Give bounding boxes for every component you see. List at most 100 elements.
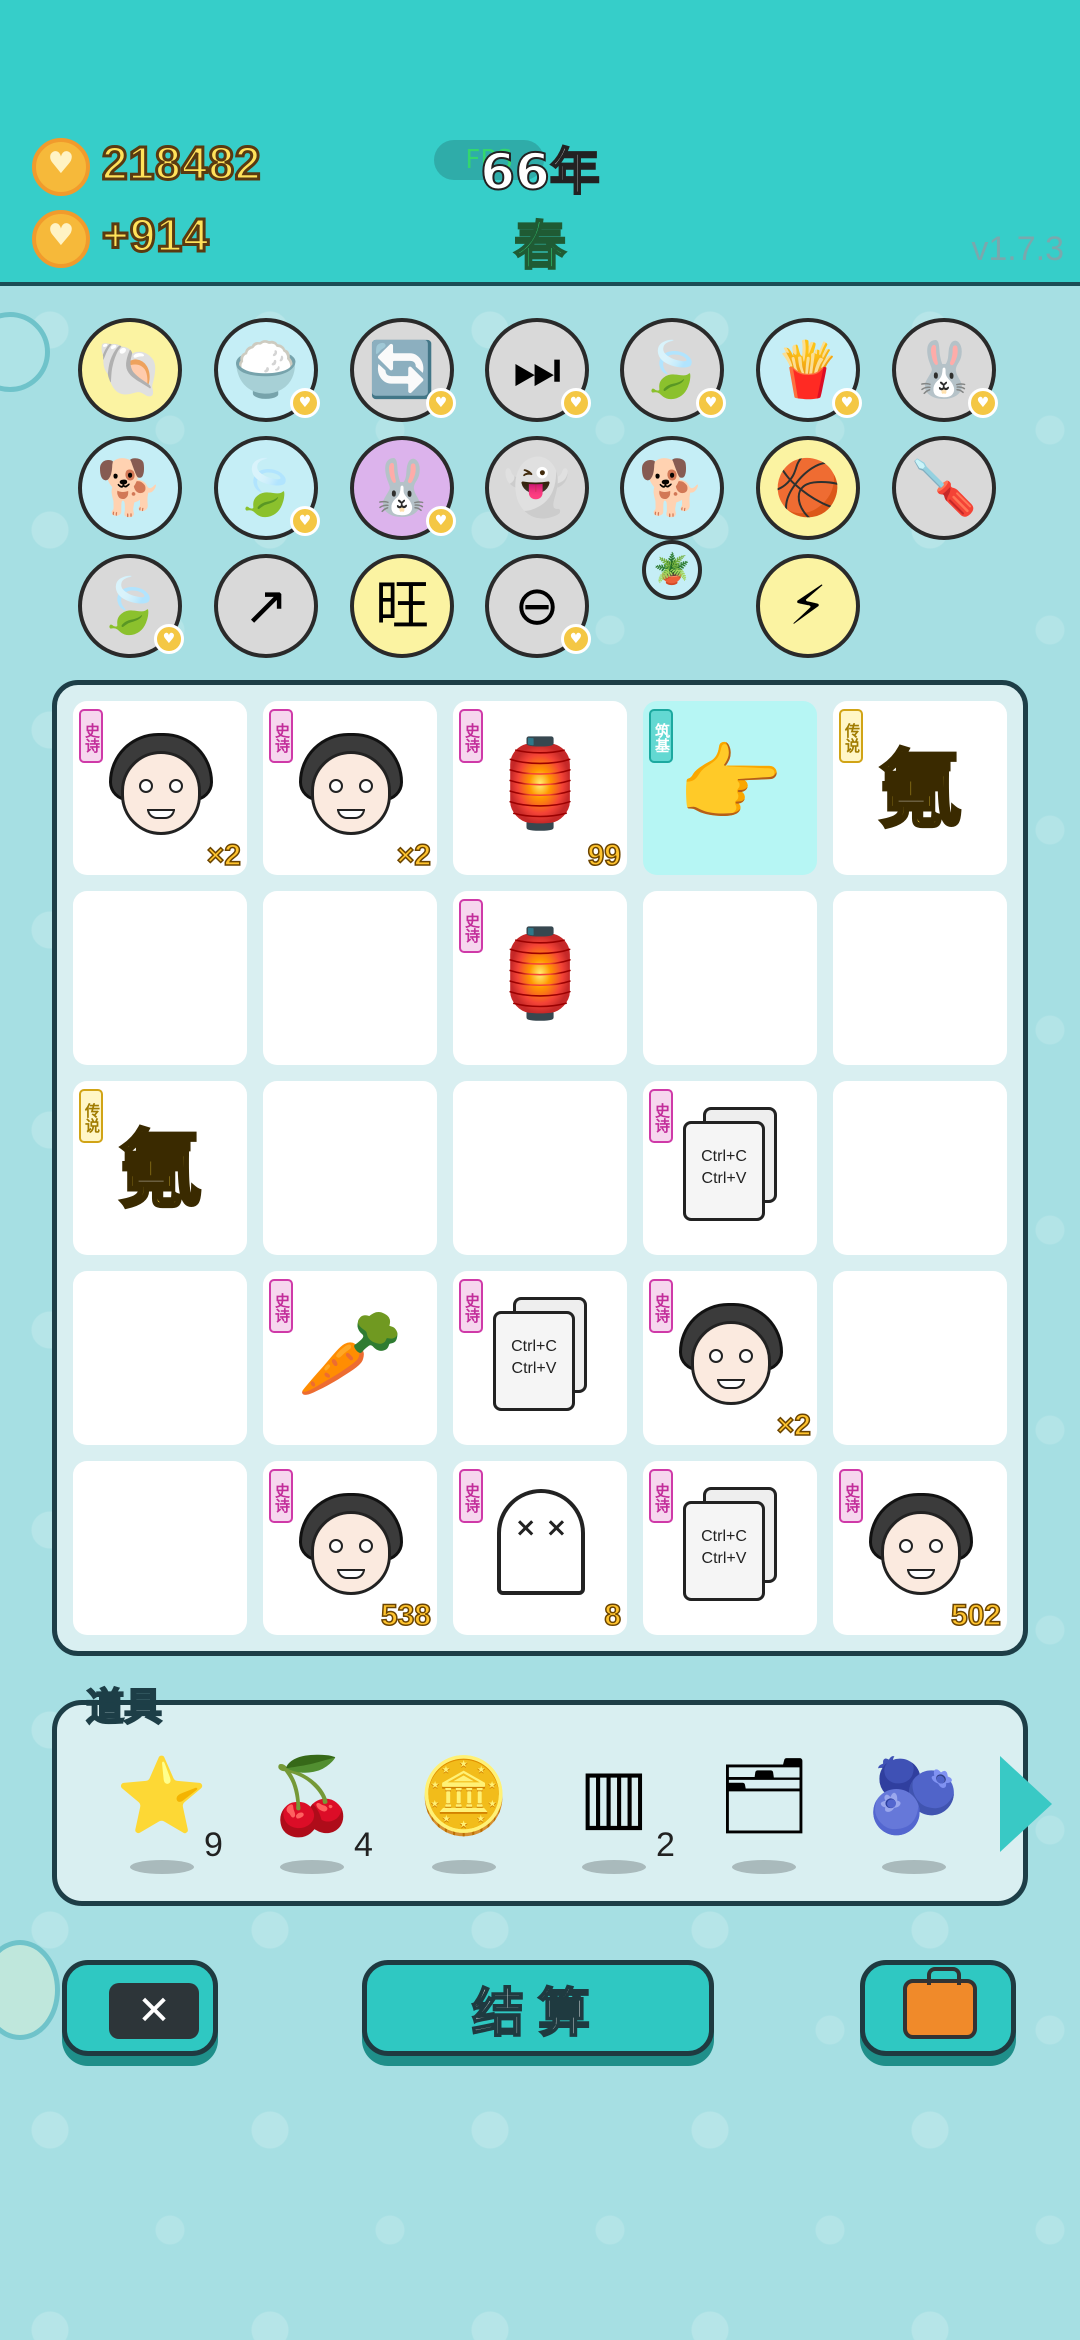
briefcase-icon bbox=[903, 1967, 977, 2039]
board-cell[interactable]: 史诗 ×2 bbox=[643, 1271, 817, 1445]
rarity-tag: 史诗 bbox=[649, 1089, 673, 1143]
rarity-tag: 史诗 bbox=[269, 1469, 293, 1523]
close-button[interactable]: ✕ bbox=[62, 1960, 218, 2056]
dog-sunglasses-icon[interactable]: 🐕 bbox=[620, 436, 724, 540]
board-cell[interactable]: Ctrl+C Ctrl+V 史诗 bbox=[453, 1271, 627, 1445]
item-shadow bbox=[882, 1860, 946, 1874]
board-cell[interactable]: 👉 筑基 bbox=[643, 701, 817, 875]
next-arrow-icon[interactable] bbox=[1000, 1756, 1052, 1852]
board-cell-empty[interactable] bbox=[73, 891, 247, 1065]
board-cell-empty[interactable] bbox=[453, 1081, 627, 1255]
copy-paste-cards-icon: Ctrl+C Ctrl+V bbox=[491, 1297, 591, 1411]
card-line-2: Ctrl+V bbox=[701, 1170, 747, 1187]
copy-paste-cards-icon: Ctrl+C Ctrl+V bbox=[681, 1487, 781, 1601]
board-cell[interactable]: Ctrl+C Ctrl+V 史诗 bbox=[643, 1461, 817, 1635]
close-icon: ✕ bbox=[109, 1983, 199, 2039]
basketballs-icon[interactable]: 🏀 bbox=[756, 436, 860, 540]
screwdriver-icon[interactable]: 🪛 bbox=[892, 436, 996, 540]
board-cell[interactable]: 史诗 502 bbox=[833, 1461, 1007, 1635]
board-cell[interactable]: 氪传说 bbox=[833, 701, 1007, 875]
board-cell-empty[interactable] bbox=[263, 1081, 437, 1255]
cell-count: 8 bbox=[604, 1598, 622, 1633]
rarity-tag: 史诗 bbox=[649, 1469, 673, 1523]
cell-count: 99 bbox=[587, 838, 622, 873]
leaf-icon[interactable]: 🍃 ♥ bbox=[78, 554, 184, 658]
star-icon[interactable]: ⭐ bbox=[112, 1746, 212, 1846]
board-cell[interactable]: 史诗 538 bbox=[263, 1461, 437, 1635]
minus-circle-icon[interactable]: ⊖ ♥ bbox=[485, 554, 591, 658]
lightning-icon[interactable]: ⚡ bbox=[756, 554, 860, 658]
item-shadow bbox=[432, 1860, 496, 1874]
rabbit-icon[interactable]: 🐰 ♥ bbox=[892, 318, 998, 422]
rarity-tag: 传说 bbox=[79, 1089, 103, 1143]
shell-icon[interactable]: 🐚 bbox=[78, 318, 182, 422]
board-cell[interactable]: × × 史诗 8 bbox=[453, 1461, 627, 1635]
blueberry-icon[interactable]: 🫐 bbox=[864, 1746, 964, 1846]
item-count: 9 bbox=[204, 1826, 223, 1864]
board-cell-empty[interactable] bbox=[263, 891, 437, 1065]
board-cell-empty[interactable] bbox=[833, 1271, 1007, 1445]
card-line-1: Ctrl+C bbox=[701, 1148, 747, 1165]
skip-icon[interactable]: ⏭ ♥ bbox=[485, 318, 591, 422]
heart-badge-icon: ♥ bbox=[426, 388, 456, 418]
rarity-tag: 史诗 bbox=[79, 709, 103, 763]
board-cell[interactable]: 🥕 史诗 bbox=[263, 1271, 437, 1445]
board-cell[interactable]: 史诗 ×2 bbox=[73, 701, 247, 875]
rarity-tag: 史诗 bbox=[269, 1279, 293, 1333]
triple-bars-icon[interactable]: ▥ bbox=[564, 1746, 664, 1846]
lychee-icon[interactable]: 🍒 bbox=[262, 1746, 362, 1846]
season-label: 春 bbox=[513, 216, 567, 278]
rarity-tag: 史诗 bbox=[459, 1279, 483, 1333]
board-cell-empty[interactable] bbox=[833, 891, 1007, 1065]
board-cell[interactable]: 🏮 史诗 bbox=[453, 891, 627, 1065]
potted-plant-icon[interactable]: 🪴 bbox=[642, 540, 702, 600]
heart-badge-icon: ♥ bbox=[154, 624, 184, 654]
leaf-icon[interactable]: 🍃 ♥ bbox=[214, 436, 320, 540]
cell-count: ×2 bbox=[206, 838, 242, 873]
item-shadow bbox=[130, 1860, 194, 1874]
cell-count: 502 bbox=[950, 1598, 1002, 1633]
board-cell[interactable]: 史诗 ×2 bbox=[263, 701, 437, 875]
person-face-icon bbox=[869, 1493, 973, 1597]
arrow-box-icon[interactable]: ↗ bbox=[214, 554, 318, 658]
wang-tiles-icon[interactable]: 旺 bbox=[350, 554, 454, 658]
rarity-tag: 史诗 bbox=[459, 899, 483, 953]
cell-count: ×2 bbox=[776, 1408, 812, 1443]
leaf-icon[interactable]: 🍃 ♥ bbox=[620, 318, 726, 422]
rarity-tag: 传说 bbox=[839, 709, 863, 763]
heart-badge-icon: ♥ bbox=[832, 388, 862, 418]
heart-badge-icon: ♥ bbox=[968, 388, 998, 418]
card-line-2: Ctrl+V bbox=[511, 1360, 557, 1377]
board-cell[interactable]: 🏮 史诗 99 bbox=[453, 701, 627, 875]
dog-sunglasses-icon[interactable]: 🐕 bbox=[78, 436, 182, 540]
board-cell-empty[interactable] bbox=[73, 1271, 247, 1445]
settle-button[interactable]: 结算 bbox=[362, 1960, 714, 2056]
board-cell-empty[interactable] bbox=[833, 1081, 1007, 1255]
recycle-icon[interactable]: 🔄 ♥ bbox=[350, 318, 456, 422]
ghost-icon[interactable]: 👻 bbox=[485, 436, 589, 540]
heart-badge-icon: ♥ bbox=[290, 388, 320, 418]
card-line-1: Ctrl+C bbox=[701, 1528, 747, 1545]
rarity-tag: 史诗 bbox=[649, 1279, 673, 1333]
heart-badge-icon: ♥ bbox=[290, 506, 320, 536]
item-count: 4 bbox=[354, 1826, 373, 1864]
board-cell[interactable]: 氪传说 bbox=[73, 1081, 247, 1255]
card-line-1: Ctrl+C bbox=[511, 1338, 557, 1355]
rarity-tag: 史诗 bbox=[839, 1469, 863, 1523]
fries-icon[interactable]: 🍟 ♥ bbox=[756, 318, 862, 422]
heart-badge-icon: ♥ bbox=[426, 506, 456, 536]
copy-paste-cards-icon: Ctrl+C Ctrl+V bbox=[681, 1107, 781, 1221]
cell-count: ×2 bbox=[396, 838, 432, 873]
top-header: 218482 +914 FPS 66年 春 v1.7.3 bbox=[0, 0, 1080, 286]
dollar-coin-icon[interactable]: 🪙 bbox=[414, 1746, 514, 1846]
version-label: v1.7.3 bbox=[971, 230, 1064, 268]
item-count: 2 bbox=[656, 1826, 675, 1864]
year-label: 66年 bbox=[479, 142, 601, 202]
board-cell-empty[interactable] bbox=[73, 1461, 247, 1635]
board-cell-empty[interactable] bbox=[643, 891, 817, 1065]
rice-bowl-icon[interactable]: 🍚 ♥ bbox=[214, 318, 320, 422]
bag-button[interactable] bbox=[860, 1960, 1016, 2056]
rabbit-icon[interactable]: 🐰 ♥ bbox=[350, 436, 456, 540]
copy-card-icon[interactable]: 🗂 bbox=[714, 1746, 814, 1846]
board-cell[interactable]: Ctrl+C Ctrl+V 史诗 bbox=[643, 1081, 817, 1255]
